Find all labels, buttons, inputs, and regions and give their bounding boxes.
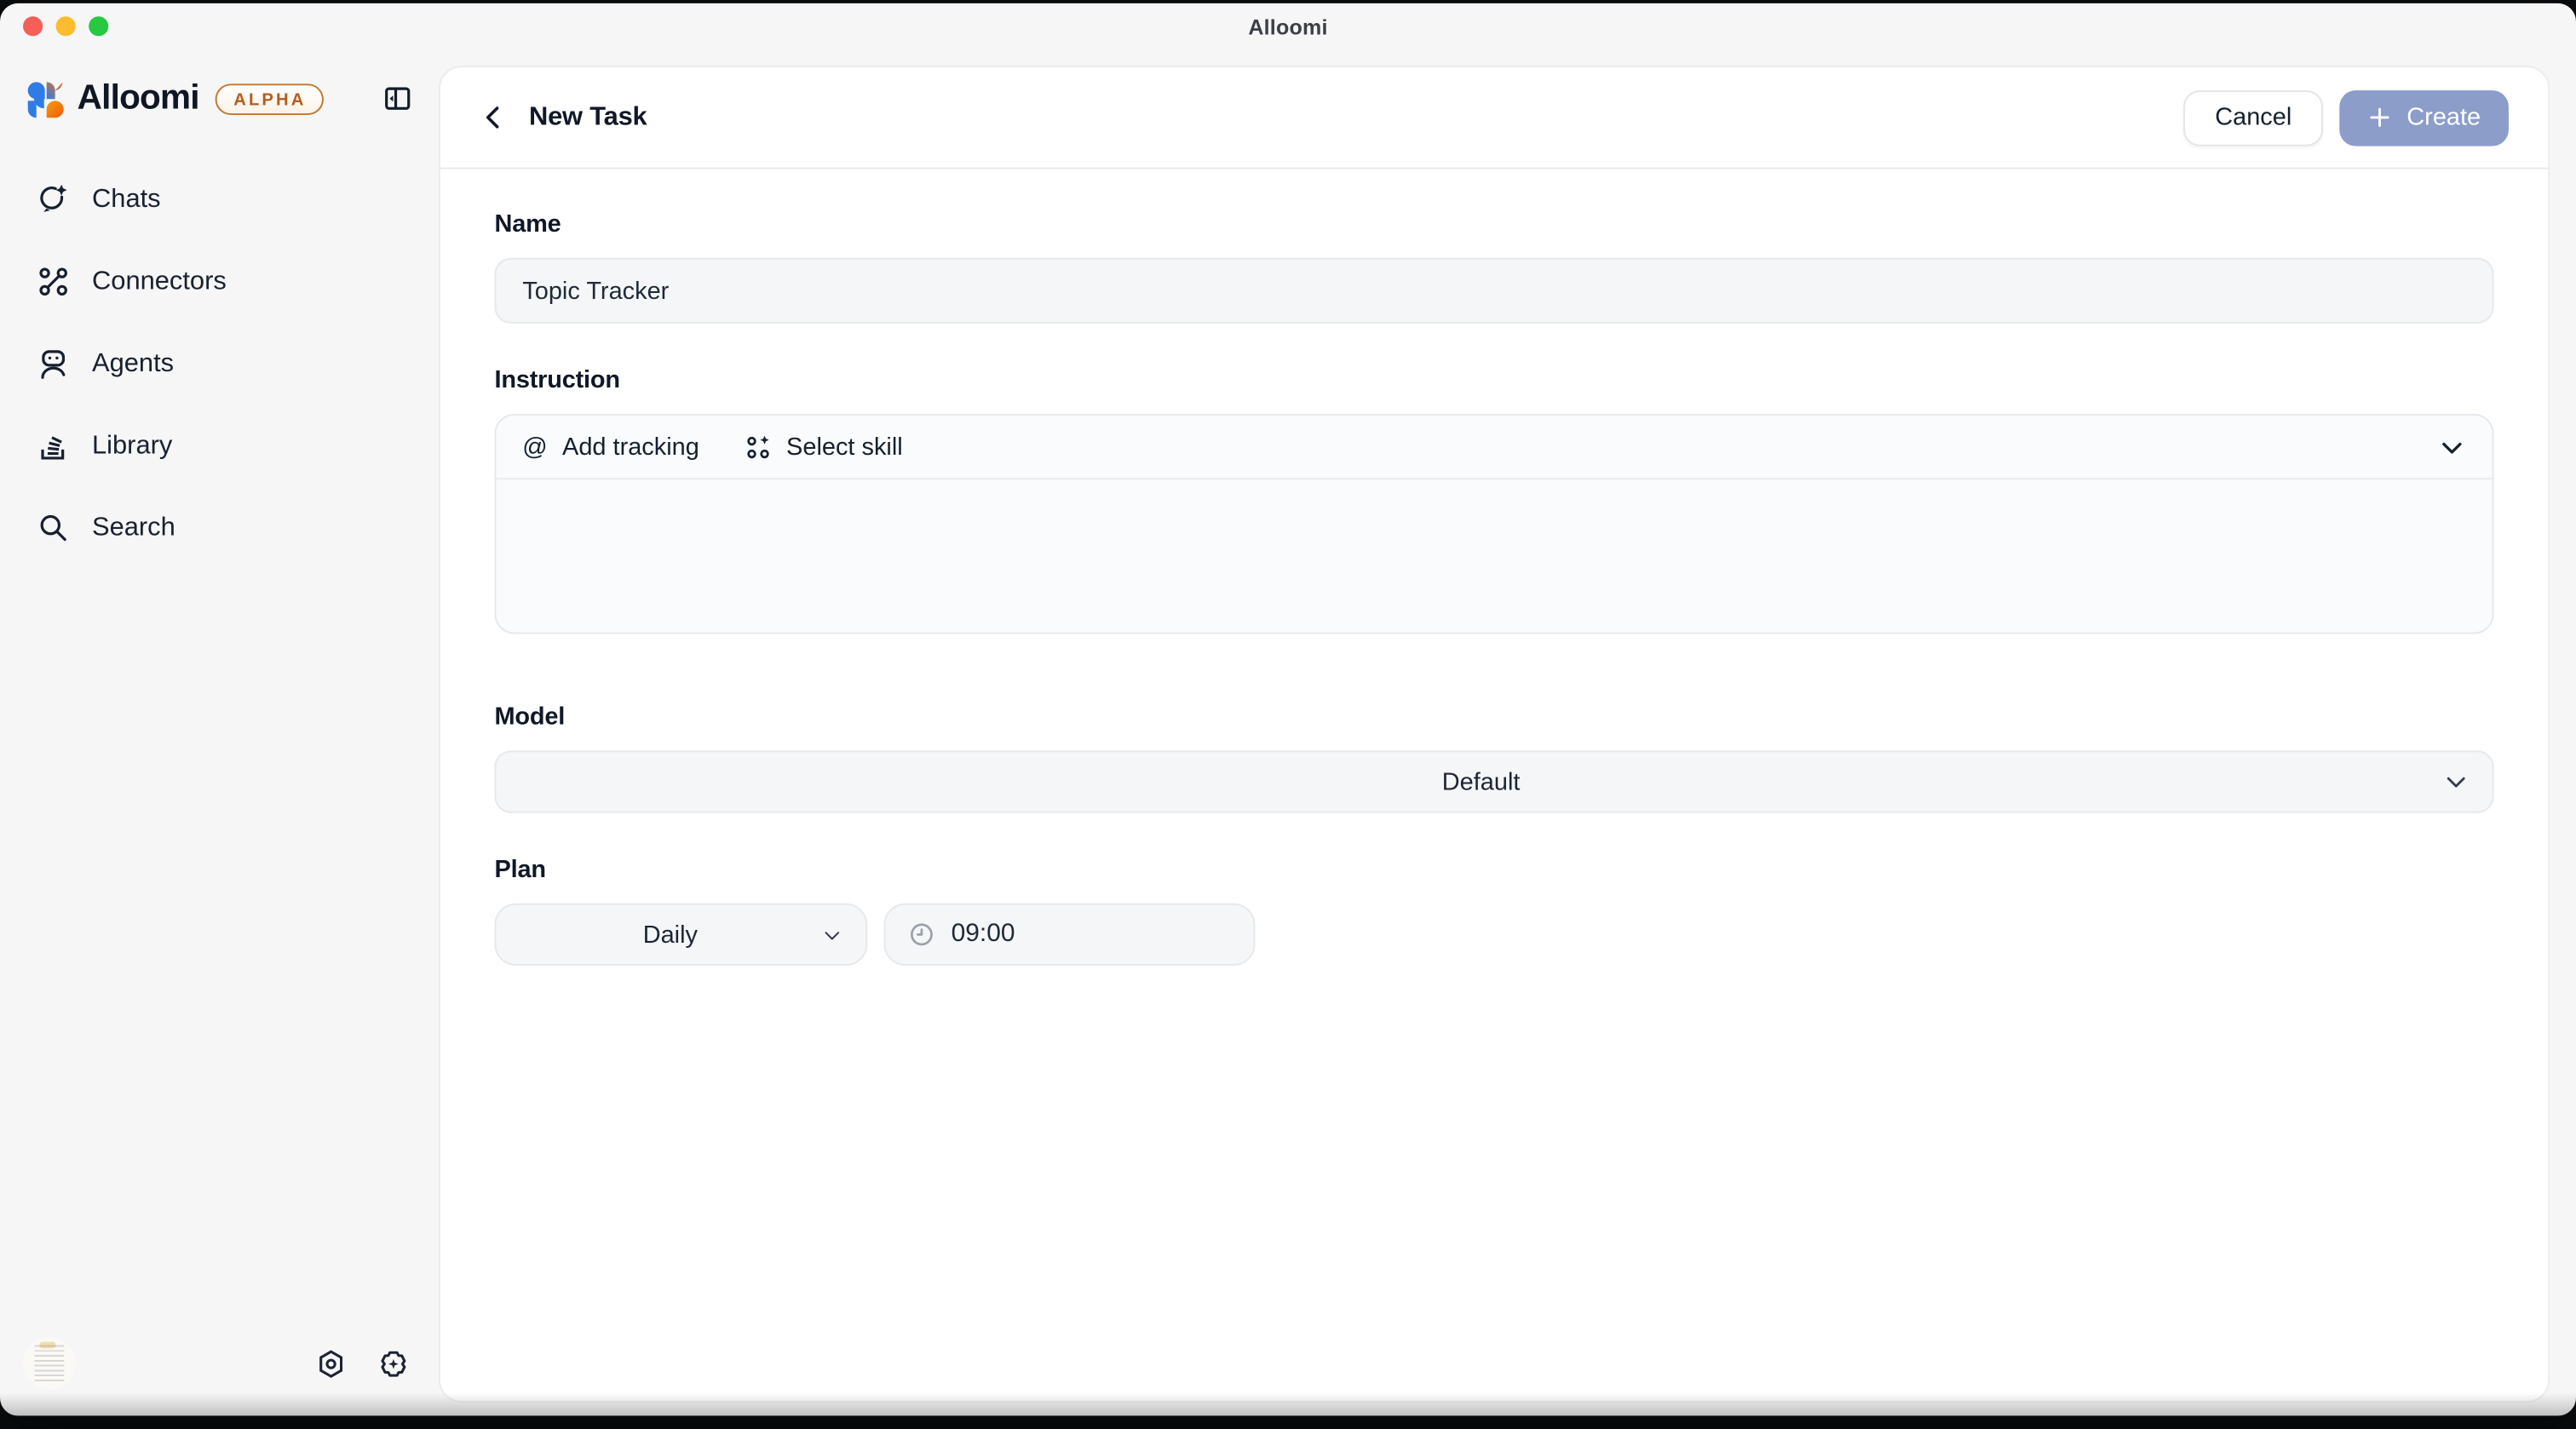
clock-icon <box>908 921 934 948</box>
plan-row: Daily 09:00 <box>494 904 2493 966</box>
at-icon: @ <box>522 433 547 461</box>
sidebar: Alloomi ALPHA Chats <box>0 49 439 1416</box>
plan-frequency-value: Daily <box>519 921 821 949</box>
instruction-section: Instruction @ Add tracking <box>494 366 2493 634</box>
select-skill-button[interactable]: Select skill <box>744 433 903 461</box>
instruction-toolbar: @ Add tracking Select skill <box>496 416 2492 479</box>
chevron-down-icon <box>2443 769 2470 795</box>
nodes-icon <box>36 264 70 298</box>
sidebar-collapse-icon[interactable] <box>382 83 412 113</box>
close-window-button[interactable] <box>23 16 43 36</box>
skill-sparkle-icon <box>744 433 772 461</box>
screen: Alloomi <box>0 0 2576 1429</box>
sidebar-item-label: Search <box>92 514 175 543</box>
name-section: Name <box>494 210 2493 324</box>
model-select-value: Default <box>519 768 2442 796</box>
sidebar-item-label: Connectors <box>92 267 227 296</box>
add-tracking-button[interactable]: @ Add tracking <box>522 433 699 461</box>
page-header: New Task Cancel Create <box>440 67 2548 169</box>
sidebar-item-label: Library <box>92 431 172 461</box>
model-section: Model Default <box>494 703 2493 812</box>
new-task-form: Name Instruction @ Add tracking <box>440 169 2548 1007</box>
main-panel: New Task Cancel Create Name <box>439 66 2550 1403</box>
macos-titlebar: Alloomi <box>0 3 2576 49</box>
sidebar-item-label: Agents <box>92 349 174 379</box>
header-actions: Cancel Create <box>2184 89 2509 146</box>
cancel-button[interactable]: Cancel <box>2184 89 2323 146</box>
sidebar-item-label: Chats <box>92 185 161 215</box>
toolbar-chevron-down-icon[interactable] <box>2438 433 2466 461</box>
sidebar-item-agents[interactable]: Agents <box>23 335 416 393</box>
settings-nut-icon[interactable] <box>315 1347 347 1379</box>
instruction-textarea[interactable] <box>496 479 2492 632</box>
instruction-editor: @ Add tracking Select skill <box>494 414 2493 634</box>
brand-row: Alloomi ALPHA <box>23 79 416 118</box>
traffic-lights <box>23 16 108 36</box>
app-window: Alloomi <box>0 3 2576 1416</box>
model-select[interactable]: Default <box>494 750 2493 812</box>
alloomi-logo-icon <box>26 80 64 118</box>
window-title: Alloomi <box>1248 14 1327 38</box>
sidebar-item-search[interactable]: Search <box>23 499 416 557</box>
name-label: Name <box>494 210 2493 238</box>
avatar[interactable] <box>23 1337 76 1390</box>
instruction-label: Instruction <box>494 366 2493 394</box>
brand-name: Alloomi <box>78 79 199 118</box>
plan-label: Plan <box>494 856 2493 884</box>
create-button-label: Create <box>2406 103 2481 131</box>
sidebar-item-library[interactable]: Library <box>23 417 416 474</box>
plan-time-input[interactable]: 09:00 <box>884 904 1256 966</box>
sidebar-item-chats[interactable]: Chats <box>23 171 416 229</box>
back-chevron-icon[interactable] <box>480 103 508 131</box>
chevron-down-icon <box>821 924 842 945</box>
alpha-badge: ALPHA <box>216 83 325 114</box>
select-skill-label: Select skill <box>786 433 903 461</box>
zoom-window-button[interactable] <box>89 16 108 36</box>
model-label: Model <box>494 703 2493 731</box>
plan-time-value: 09:00 <box>952 920 1015 950</box>
plan-frequency-select[interactable]: Daily <box>494 904 867 966</box>
stack-icon <box>36 428 70 462</box>
robot-icon <box>36 347 70 382</box>
minimize-window-button[interactable] <box>56 16 76 36</box>
sidebar-footer <box>23 1337 416 1393</box>
footer-icons <box>315 1347 409 1379</box>
plan-section: Plan Daily <box>494 856 2493 966</box>
avatar-image-detail <box>34 1345 64 1380</box>
create-button[interactable]: Create <box>2339 89 2509 146</box>
magnifier-icon <box>36 511 70 546</box>
name-input[interactable] <box>494 258 2493 324</box>
add-tracking-label: Add tracking <box>562 433 699 461</box>
sparkle-gear-icon[interactable] <box>378 1347 410 1379</box>
plus-icon <box>2367 105 2392 129</box>
page-title: New Task <box>529 103 647 133</box>
sidebar-nav: Chats Connectors <box>23 171 416 557</box>
chat-sparkle-icon <box>36 182 70 216</box>
sidebar-item-connectors[interactable]: Connectors <box>23 253 416 310</box>
